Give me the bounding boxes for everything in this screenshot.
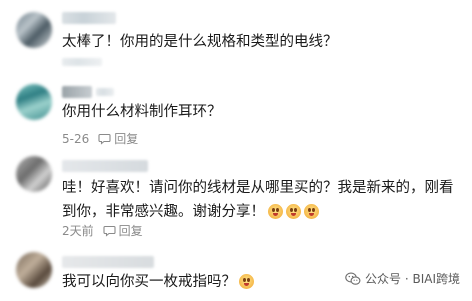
- reply-button[interactable]: 回复: [103, 222, 143, 239]
- avatar[interactable]: [16, 156, 52, 192]
- watermark: 公众号 · BIAI跨境: [345, 270, 460, 287]
- wechat-icon: [345, 272, 361, 286]
- commenter-name-blurred: [62, 86, 92, 98]
- comment-bubble-icon: [98, 132, 111, 145]
- reply-label: 回复: [118, 224, 143, 238]
- comment-meta: 2天前 回复: [62, 222, 143, 239]
- comment-date: 5-26: [62, 131, 90, 146]
- surprised-face-emoji-icon: [286, 204, 301, 219]
- comment-date: 2天前: [62, 224, 94, 238]
- commenter-name-blurred: [62, 12, 116, 24]
- comment-text-body: 哇！好喜欢！请问你的线材是从哪里买的？我是新来的，刚看到你，非常感兴趣。谢谢分享…: [62, 180, 454, 220]
- surprised-face-emoji-icon: [239, 274, 254, 289]
- comment-bubble-icon: [103, 224, 116, 237]
- commenter-name-blurred: [62, 160, 148, 172]
- comment-text: 太棒了！你用的是什么规格和类型的电线？: [62, 34, 338, 50]
- surprised-face-emoji-icon: [268, 204, 283, 219]
- commenter-name-blurred: [62, 256, 154, 268]
- comment-text-body: 我可以向你买一枚戒指吗？: [62, 274, 236, 290]
- comment-text: 你用什么材料制作耳环？: [62, 104, 222, 120]
- commenter-name-blurred-2: [96, 88, 114, 96]
- reply-button[interactable]: 回复: [98, 130, 138, 147]
- surprised-face-emoji-icon: [304, 204, 319, 219]
- avatar[interactable]: [16, 12, 52, 48]
- avatar[interactable]: [16, 84, 52, 120]
- reply-label: 回复: [114, 132, 139, 146]
- comment-text: 哇！好喜欢！请问你的线材是从哪里买的？我是新来的，刚看到你，非常感兴趣。谢谢分享…: [62, 176, 458, 224]
- avatar[interactable]: [16, 252, 52, 288]
- comment-text: 我可以向你买一枚戒指吗？: [62, 270, 292, 294]
- comment-meta: 5-26 回复: [62, 130, 138, 147]
- comment-meta-blurred: [62, 58, 102, 66]
- watermark-text: 公众号 · BIAI跨境: [365, 272, 460, 286]
